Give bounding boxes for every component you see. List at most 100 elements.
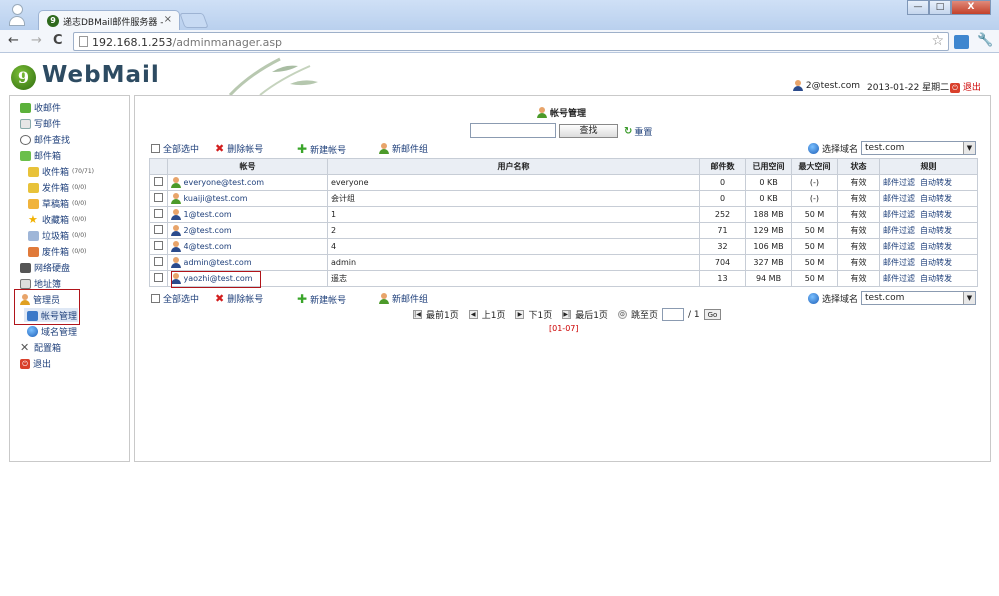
forward-rule-link[interactable]: 自动转发 (920, 178, 952, 187)
column-header-username[interactable]: 用户名称 (327, 158, 700, 175)
filter-rule-link[interactable]: 邮件过滤 (883, 258, 915, 267)
sidebar-item-search[interactable]: 邮件查找 (20, 133, 70, 146)
account-cell[interactable]: 1@test.com (167, 206, 328, 223)
row-checkbox-cell[interactable] (149, 222, 168, 239)
table-row[interactable]: 4@test.com 4 32 106 MB 50 M 有效 邮件过滤 自动转发 (149, 238, 978, 255)
extension-icon[interactable] (954, 35, 969, 49)
filter-rule-link[interactable]: 邮件过滤 (883, 274, 915, 283)
row-checkbox[interactable] (154, 225, 163, 234)
last-page-icon[interactable]: ▶| (562, 310, 572, 319)
table-row[interactable]: yaozhi@test.com 遥志 13 94 MB 50 M 有效 邮件过滤 自动转发 (149, 270, 978, 287)
maximize-button[interactable]: □ (929, 0, 951, 15)
sidebar-item-inbox-receive[interactable]: 收邮件 (20, 101, 61, 114)
column-header-status[interactable]: 状态 (837, 158, 880, 175)
close-window-button[interactable]: X (951, 0, 991, 15)
forward-rule-link[interactable]: 自动转发 (920, 210, 952, 219)
column-header-mail-count[interactable]: 邮件数 (699, 158, 746, 175)
sidebar-item-logout[interactable]: ⏻ 退出 (20, 357, 51, 370)
back-icon[interactable]: ← (8, 33, 19, 48)
account-cell[interactable]: yaozhi@test.com (167, 270, 328, 287)
filter-rule-link[interactable]: 邮件过滤 (883, 194, 915, 203)
forward-icon[interactable]: → (31, 33, 42, 48)
chevron-down-icon[interactable]: ▼ (963, 292, 975, 304)
row-checkbox[interactable] (154, 257, 163, 266)
forward-rule-link[interactable]: 自动转发 (920, 274, 952, 283)
sidebar-item-admin[interactable]: 管理员 (20, 293, 60, 306)
sidebar-item-favorites[interactable]: ★ 收藏箱 (0/0) (28, 213, 86, 227)
header-exit-link[interactable]: ⏻ 退出 (950, 80, 981, 93)
table-row[interactable]: everyone@test.com everyone 0 0 KB (-) 有效 邮件过滤自… (149, 174, 978, 191)
sidebar-item-mailboxes[interactable]: 邮件箱 (20, 149, 61, 162)
column-header-max-space[interactable]: 最大空间 (791, 158, 838, 175)
select-all[interactable]: 全部选中 (151, 142, 199, 155)
profile-icon[interactable] (9, 4, 25, 26)
sidebar-item-deleted[interactable]: 废件箱 (0/0) (28, 245, 86, 258)
go-button[interactable]: Go (703, 309, 722, 320)
row-checkbox[interactable] (154, 193, 163, 202)
table-row[interactable]: 2@test.com 2 71 129 MB 50 M 有效 邮件过滤 自动转发 (149, 222, 978, 239)
select-all-bottom[interactable]: 全部选中 (151, 292, 199, 305)
prev-page-icon[interactable]: ◀ (468, 310, 478, 319)
table-row[interactable]: kuaiji@test.com 会计组 0 0 KB (-) 有效 邮件过滤 自动转发 (149, 190, 978, 207)
forward-rule-link[interactable]: 自动转发 (920, 194, 952, 203)
row-checkbox-cell[interactable] (149, 206, 168, 223)
browser-tab[interactable]: 9 递志DBMail邮件服务器 - \ × (38, 10, 180, 31)
table-row[interactable]: 1@test.com 1 252 188 MB 50 M 有效 邮件过滤 自动转发 (149, 206, 978, 223)
address-bar[interactable]: 192.168.1.253/adminmanager.asp ☆ (73, 32, 949, 51)
row-checkbox[interactable] (154, 177, 163, 186)
sidebar-item-account-mgmt[interactable]: 帐号管理 (27, 309, 77, 322)
row-checkbox-cell[interactable] (149, 174, 168, 191)
sidebar-item-spam[interactable]: 垃圾箱 (0/0) (28, 229, 86, 242)
new-group-button[interactable]: 新邮件组 (379, 142, 428, 155)
tab-close-icon[interactable]: × (164, 14, 172, 25)
prev-page-link[interactable]: 上1页 (482, 308, 506, 321)
sidebar-item-drafts[interactable]: 草稿箱 (0/0) (28, 197, 86, 210)
account-cell[interactable]: kuaiji@test.com (167, 190, 328, 207)
row-checkbox-cell[interactable] (149, 190, 168, 207)
sidebar-item-inbox[interactable]: 收件箱 (70/71) (28, 165, 94, 178)
column-header-used-space[interactable]: 已用空间 (745, 158, 792, 175)
forward-rule-link[interactable]: 自动转发 (920, 258, 952, 267)
search-input[interactable] (470, 123, 556, 138)
search-button[interactable]: 查找 (559, 124, 618, 138)
row-checkbox[interactable] (154, 241, 163, 250)
forward-rule-link[interactable]: 自动转发 (920, 242, 952, 251)
new-group-button-bottom[interactable]: 新邮件组 (379, 292, 428, 305)
sidebar-item-config[interactable]: ✕ 配置箱 (20, 341, 61, 355)
account-cell[interactable]: admin@test.com (167, 254, 328, 271)
reload-icon[interactable]: C (53, 33, 63, 48)
account-cell[interactable]: everyone@test.com (167, 174, 328, 191)
row-checkbox-cell[interactable] (149, 238, 168, 255)
row-checkbox-cell[interactable] (149, 270, 168, 287)
page-number-input[interactable] (661, 308, 684, 321)
filter-rule-link[interactable]: 邮件过滤 (883, 178, 915, 187)
sidebar-item-netdisk[interactable]: 网络硬盘 (20, 261, 70, 274)
delete-account-button[interactable]: ✖ 删除帐号 (215, 142, 263, 155)
reset-link[interactable]: ↻ 重置 (624, 125, 652, 138)
row-checkbox[interactable] (154, 209, 163, 218)
filter-rule-link[interactable]: 邮件过滤 (883, 242, 915, 251)
last-page-link[interactable]: 最后1页 (575, 308, 608, 321)
new-tab-button[interactable] (179, 13, 209, 28)
domain-select[interactable]: test.com ▼ (861, 141, 976, 155)
column-header-account[interactable]: 帐号 (167, 158, 328, 175)
row-checkbox-cell[interactable] (149, 254, 168, 271)
new-account-button-bottom[interactable]: ✚ 新建帐号 (297, 292, 346, 306)
new-account-button[interactable]: ✚ 新建帐号 (297, 142, 346, 156)
first-page-link[interactable]: 最前1页 (426, 308, 459, 321)
filter-rule-link[interactable]: 邮件过滤 (883, 226, 915, 235)
forward-rule-link[interactable]: 自动转发 (920, 226, 952, 235)
next-page-link[interactable]: 下1页 (528, 308, 552, 321)
chevron-down-icon[interactable]: ▼ (963, 142, 975, 154)
table-row[interactable]: admin@test.com admin 704 327 MB 50 M 有效 邮件过滤 自动… (149, 254, 978, 271)
minimize-button[interactable]: — (907, 0, 929, 15)
sidebar-item-compose[interactable]: 写邮件 (20, 117, 61, 130)
account-cell[interactable]: 4@test.com (167, 238, 328, 255)
row-checkbox[interactable] (154, 273, 163, 282)
filter-rule-link[interactable]: 邮件过滤 (883, 210, 915, 219)
select-all-checkbox[interactable] (151, 294, 160, 303)
account-cell[interactable]: 2@test.com (167, 222, 328, 239)
select-all-checkbox[interactable] (151, 144, 160, 153)
sidebar-item-domain-mgmt[interactable]: 域名管理 (27, 325, 77, 338)
sidebar-item-addressbook[interactable]: 地址簿 (20, 277, 61, 290)
